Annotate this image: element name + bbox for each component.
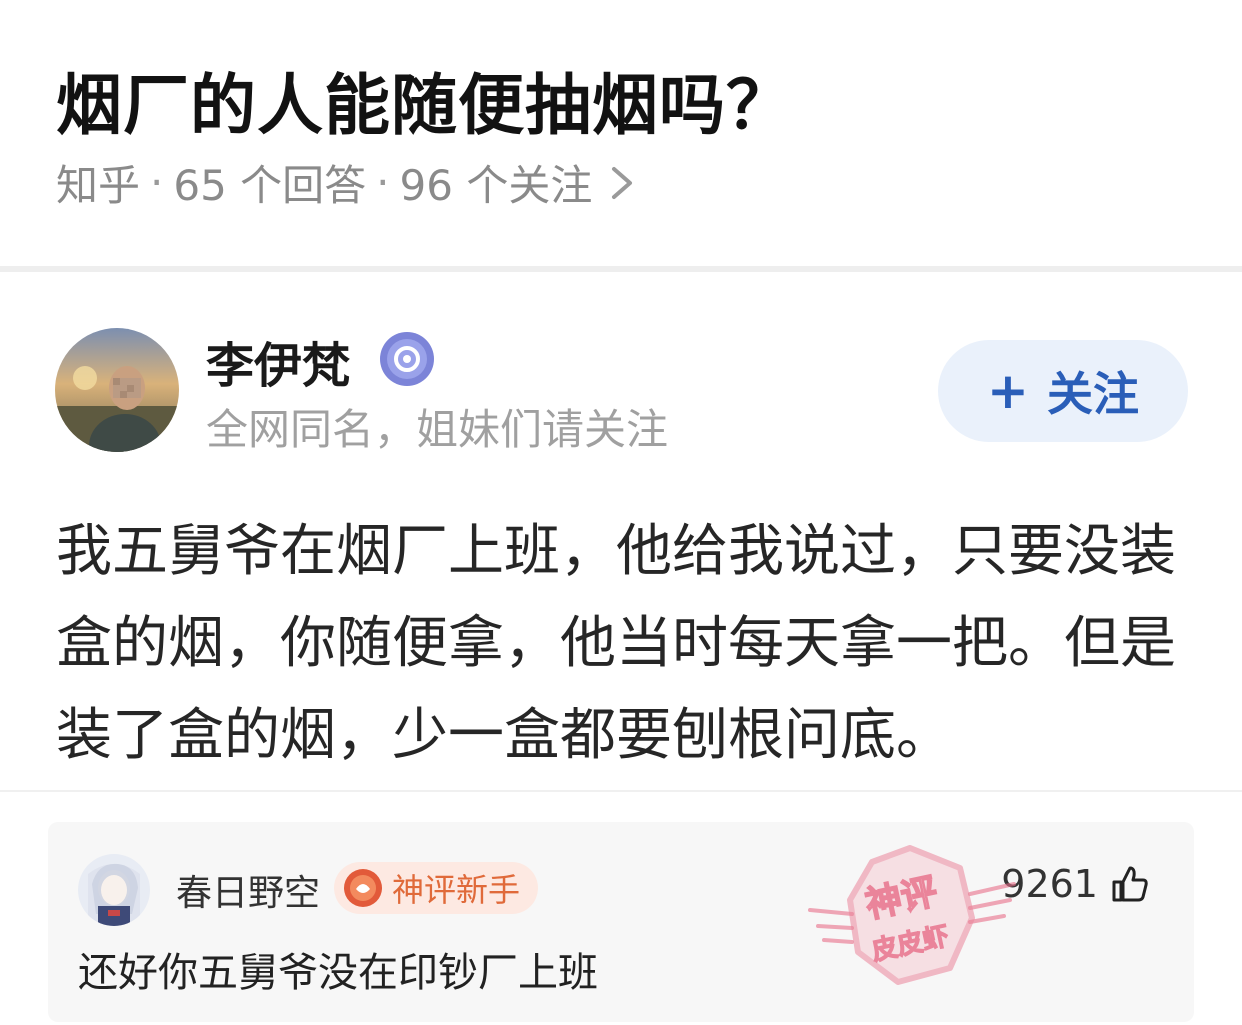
chevron-right-icon [612, 166, 633, 199]
meta-separator: · [150, 158, 164, 207]
avatar-image [55, 328, 179, 452]
follow-label: 关注 [1046, 367, 1139, 421]
tag-label: 神评新手 [392, 871, 521, 909]
top-comment: 春日野空 神评新手 9261 还好你五舅爷没在印钞厂上班 [48, 822, 1194, 1022]
question-title[interactable]: 烟厂的人能随便抽烟吗？ [56, 52, 793, 148]
author-bio: 全网同名，姐妹们请关注 [206, 405, 669, 454]
commenter-name[interactable]: 春日野空 [176, 864, 320, 916]
medal-icon [344, 869, 382, 907]
verified-badge-icon [380, 332, 434, 386]
author-avatar[interactable] [55, 328, 179, 452]
commenter-avatar-image [78, 854, 150, 926]
source-label: 知乎 [56, 161, 141, 210]
follow-button[interactable]: + 关注 [938, 340, 1188, 442]
follower-count: 96 个关注 [399, 161, 593, 210]
question-meta[interactable]: 知乎 · 65 个回答 · 96 个关注 [56, 152, 642, 213]
comment-text[interactable]: 还好你五舅爷没在印钞厂上班 [78, 940, 598, 998]
author-name[interactable]: 李伊梵 [206, 326, 350, 396]
watermark-stamp: 神评 皮皮虾 [808, 845, 1016, 985]
plus-icon: + [987, 362, 1029, 420]
answer-body[interactable]: 我五舅爷在烟厂上班，他给我说过，只要没装盒的烟，你随便拿，他当时每天拿一把。但是… [56, 506, 1206, 782]
question-header: 烟厂的人能随便抽烟吗？ 知乎 · 65 个回答 · 96 个关注 [0, 0, 1242, 268]
thumbs-up-icon[interactable] [1110, 864, 1150, 904]
like-area[interactable]: 9261 [1001, 862, 1150, 906]
answer-count: 65 个回答 [173, 161, 367, 210]
commenter-avatar[interactable] [78, 854, 150, 926]
answer-card: 李伊梵 全网同名，姐妹们请关注 + 关注 我五舅爷在烟厂上班，他给我说过，只要没… [0, 272, 1242, 792]
meta-separator: · [376, 158, 390, 207]
commenter-tag: 神评新手 [334, 862, 539, 914]
